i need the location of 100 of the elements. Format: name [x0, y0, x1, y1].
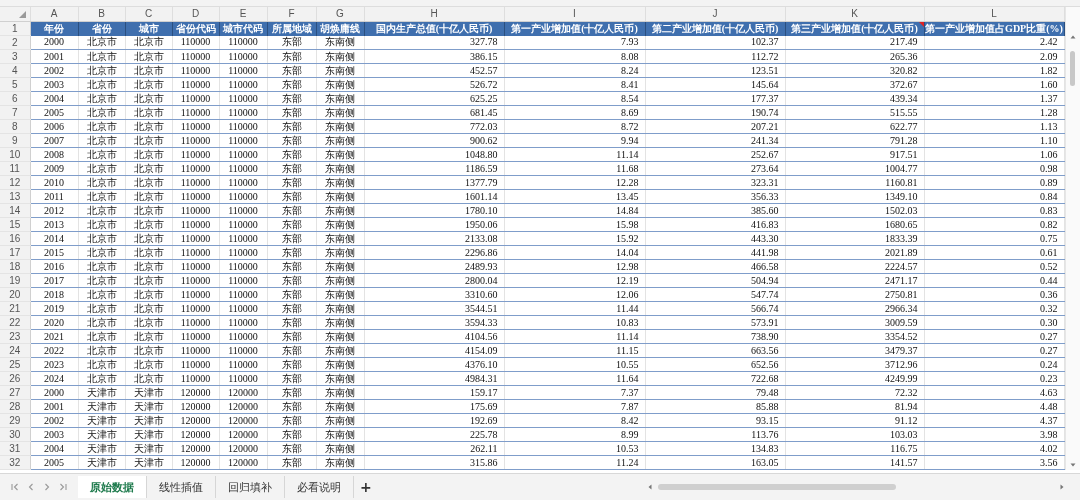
table-cell: 东南侧 [316, 105, 364, 120]
table-cell: 北京市 [78, 105, 125, 120]
table-cell: 110000 [172, 105, 219, 120]
column-letter[interactable]: G [316, 7, 364, 22]
table-cell: 北京市 [78, 147, 125, 162]
table-cell: 120000 [219, 441, 267, 456]
table-cell: 11.14 [504, 329, 645, 344]
table-cell: 北京市 [78, 287, 125, 302]
sheet-tab[interactable]: 必看说明 [285, 476, 354, 498]
table-cell: 110000 [172, 231, 219, 246]
vertical-scrollbar-thumb[interactable] [1069, 51, 1075, 86]
table-cell: 东南侧 [316, 343, 364, 358]
table-cell: 120000 [219, 385, 267, 400]
table-cell: 110000 [172, 161, 219, 176]
sheet-tab[interactable]: 回归填补 [216, 476, 285, 498]
column-letter[interactable]: J [645, 7, 785, 22]
table-cell: 120000 [172, 427, 219, 442]
table-cell: 4104.56 [364, 329, 504, 344]
table-cell: 北京市 [125, 259, 172, 274]
table-cell: 北京市 [78, 49, 125, 64]
table-cell: 439.34 [785, 91, 924, 106]
sheet-tab[interactable]: 原始数据 [78, 476, 147, 498]
table-cell: 192.69 [364, 413, 504, 428]
table-cell: 120000 [172, 413, 219, 428]
table-cell: 东部 [267, 63, 316, 78]
table-cell: 2020 [30, 315, 78, 330]
table-cell: 北京市 [125, 329, 172, 344]
table-cell: 93.15 [645, 413, 785, 428]
horizontal-scrollbar-thumb[interactable] [658, 484, 896, 490]
table-cell: 12.28 [504, 175, 645, 190]
table-cell: 4.37 [924, 413, 1064, 428]
next-sheet-icon[interactable] [42, 482, 52, 492]
table-cell: 北京市 [78, 161, 125, 176]
scroll-up-icon[interactable] [1068, 33, 1077, 41]
column-letter[interactable]: K [785, 7, 924, 22]
table-cell: 11.68 [504, 161, 645, 176]
table-cell: 东部 [267, 77, 316, 92]
table-cell: 102.37 [645, 35, 785, 50]
table-cell: 东南侧 [316, 245, 364, 260]
table-cell: 10.83 [504, 315, 645, 330]
table-cell: 110000 [219, 175, 267, 190]
table-cell: 北京市 [125, 161, 172, 176]
select-all-icon[interactable] [18, 11, 26, 18]
table-cell: 110000 [172, 343, 219, 358]
table-cell: 13.45 [504, 189, 645, 204]
table-cell: 东部 [267, 49, 316, 64]
table-cell: 356.33 [645, 189, 785, 204]
table-cell: 110000 [219, 231, 267, 246]
table-cell: 8.42 [504, 413, 645, 428]
table-cell: 东南侧 [316, 259, 364, 274]
table-cell: 2021.89 [785, 245, 924, 260]
table-cell: 4.63 [924, 385, 1064, 400]
table-cell: 北京市 [125, 105, 172, 120]
table-cell: 315.86 [364, 455, 504, 470]
table-cell: 0.30 [924, 315, 1064, 330]
column-letter[interactable]: C [125, 7, 172, 22]
column-letter[interactable]: F [267, 7, 316, 22]
table-cell: 1502.03 [785, 203, 924, 218]
sheet-tab[interactable]: 线性插值 [147, 476, 216, 498]
table-cell: 2.09 [924, 49, 1064, 64]
table-cell: 北京市 [125, 133, 172, 148]
first-sheet-icon[interactable] [10, 482, 20, 492]
table-cell: 东南侧 [316, 203, 364, 218]
table-cell: 北京市 [78, 245, 125, 260]
table-cell: 东部 [267, 329, 316, 344]
column-letter[interactable]: B [78, 7, 125, 22]
table-cell: 175.69 [364, 399, 504, 414]
add-sheet-button[interactable]: + [354, 479, 378, 495]
column-letter[interactable]: L [924, 7, 1064, 22]
table-cell: 东南侧 [316, 301, 364, 316]
table-cell: 东南侧 [316, 63, 364, 78]
table-cell: 3.56 [924, 455, 1064, 470]
table-cell: 2005 [30, 105, 78, 120]
table-cell: 1.10 [924, 133, 1064, 148]
table-cell: 北京市 [125, 357, 172, 372]
table-cell: 91.12 [785, 413, 924, 428]
last-sheet-icon[interactable] [58, 482, 68, 492]
column-letter[interactable]: I [504, 7, 645, 22]
scroll-down-icon[interactable] [1068, 461, 1077, 469]
table-cell: 772.03 [364, 119, 504, 134]
table-cell: 4154.09 [364, 343, 504, 358]
table-cell: 2012 [30, 203, 78, 218]
table-cell: 2001 [30, 399, 78, 414]
table-cell: 2000 [30, 35, 78, 50]
column-letter[interactable]: H [364, 7, 504, 22]
column-letter[interactable]: E [219, 7, 267, 22]
table-cell: 110000 [219, 133, 267, 148]
table-cell: 190.74 [645, 105, 785, 120]
table-cell: 东南侧 [316, 329, 364, 344]
previous-sheet-icon[interactable] [26, 482, 36, 492]
table-cell: 14.84 [504, 203, 645, 218]
scroll-left-icon[interactable] [646, 483, 654, 491]
table-cell: 天津市 [78, 399, 125, 414]
table-cell: 8.99 [504, 427, 645, 442]
column-letter[interactable]: D [172, 7, 219, 22]
table-cell: 东部 [267, 259, 316, 274]
table-cell: 2023 [30, 357, 78, 372]
column-letter[interactable]: A [30, 7, 78, 22]
table-cell: 225.78 [364, 427, 504, 442]
scroll-right-icon[interactable] [1058, 483, 1066, 491]
